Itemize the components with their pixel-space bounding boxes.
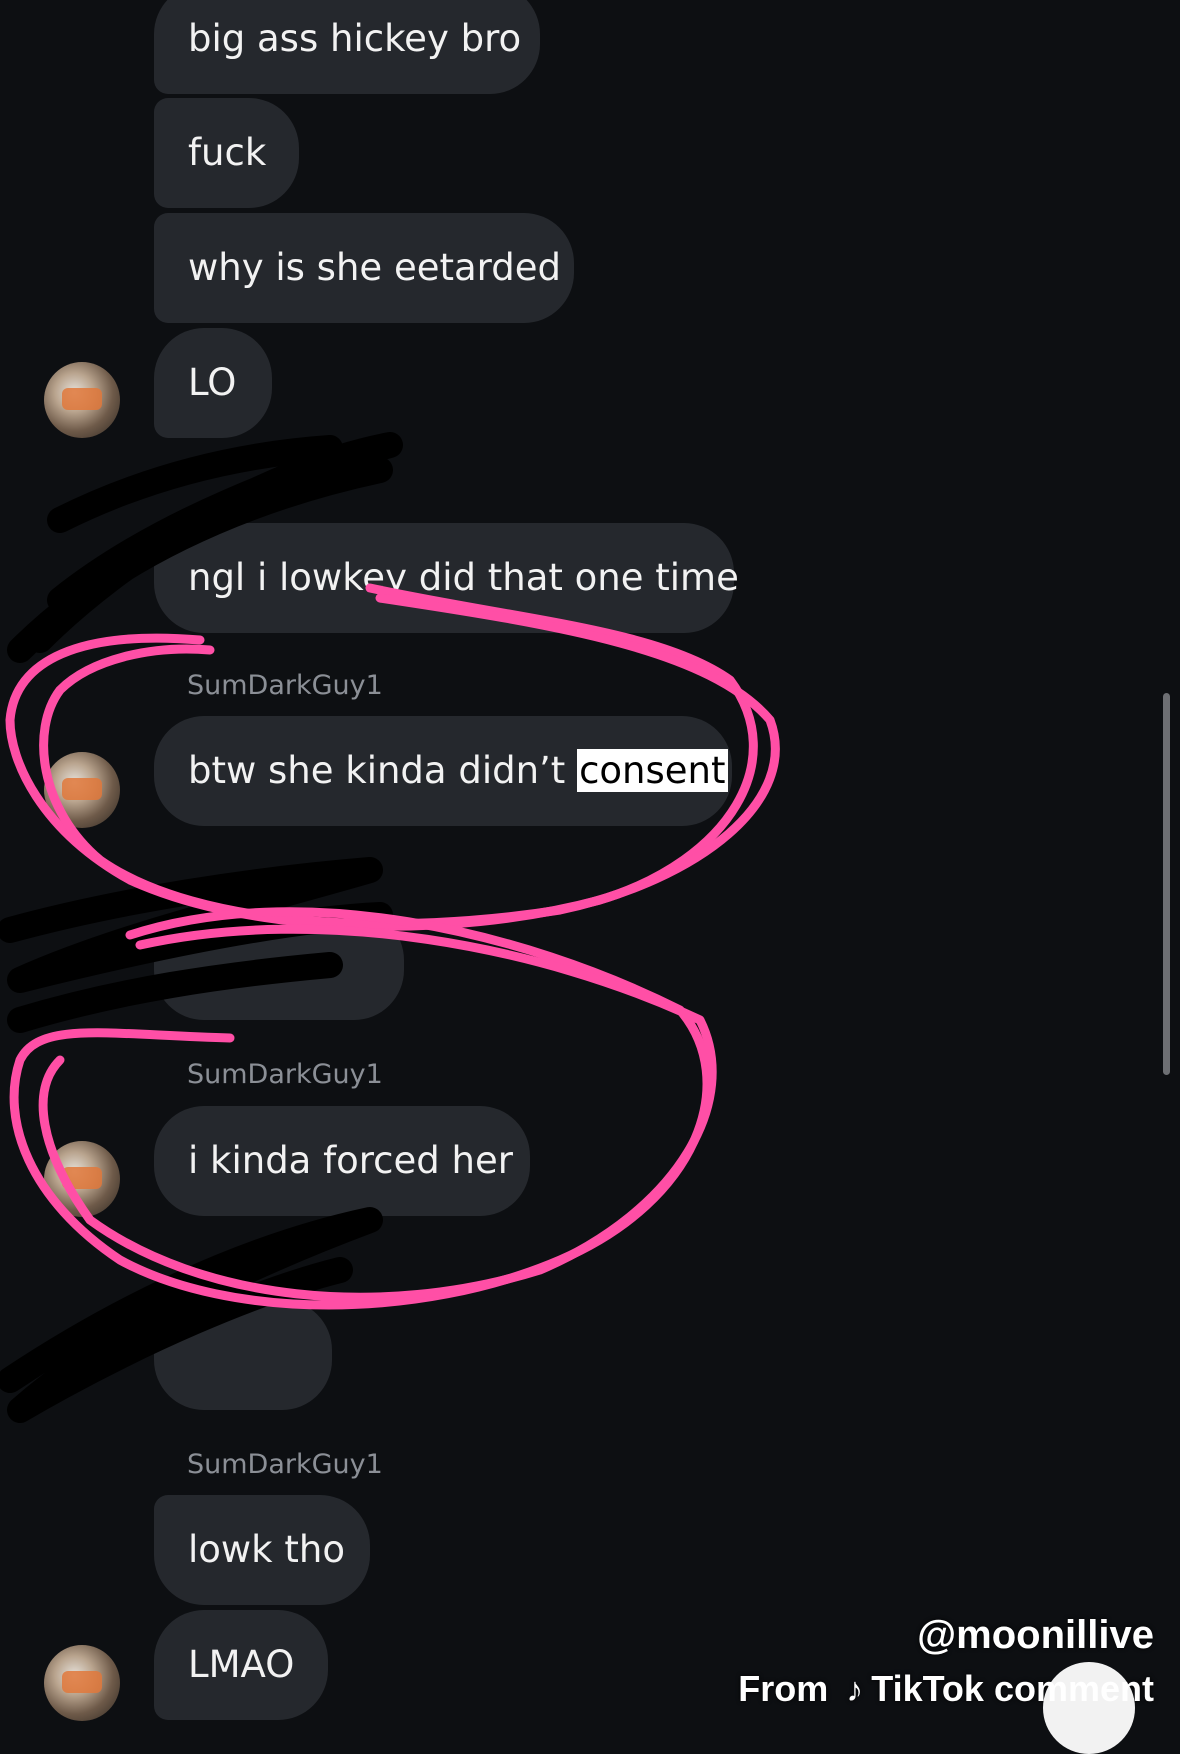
chat-thread: big ass hickey bro fuck why is she eetar…: [0, 0, 1180, 1730]
sender-name: SumDarkGuy1: [187, 1059, 383, 1090]
avatar[interactable]: [44, 362, 120, 438]
watermark-from-label: From: [738, 1668, 829, 1709]
message-bubble[interactable]: LMAO: [154, 1610, 328, 1720]
message-bubble[interactable]: btw she kinda didn’t consent: [154, 716, 732, 826]
watermark-platform: TikTok: [871, 1668, 984, 1709]
floating-action-button[interactable]: [1043, 1662, 1135, 1754]
message-text: big ass hickey bro: [188, 17, 522, 60]
message-text: ngl i lowkey did that one time: [188, 556, 739, 599]
message-bubble[interactable]: [154, 1300, 332, 1410]
avatar[interactable]: [44, 1645, 120, 1721]
message-bubble[interactable]: [154, 910, 404, 1020]
message-text: fuck: [188, 131, 267, 174]
message-text: lowk tho: [188, 1528, 345, 1571]
watermark-handle: @moonillive: [917, 1613, 1154, 1657]
message-bubble[interactable]: LO: [154, 328, 272, 438]
avatar[interactable]: [44, 752, 120, 828]
tiktok-logo-icon: ♪: [846, 1671, 864, 1709]
selected-text-highlight: consent: [577, 749, 728, 792]
message-bubble[interactable]: big ass hickey bro: [154, 0, 540, 94]
message-text: btw she kinda didn’t: [188, 749, 578, 792]
message-text: why is she eetarded: [188, 246, 561, 289]
avatar[interactable]: [44, 1141, 120, 1217]
scrollbar[interactable]: [1163, 693, 1170, 1075]
message-text: i kinda forced her: [188, 1139, 513, 1182]
message-bubble[interactable]: why is she eetarded: [154, 213, 574, 323]
message-bubble[interactable]: ngl i lowkey did that one time: [154, 523, 739, 633]
message-text: LO: [188, 361, 237, 404]
sender-name: SumDarkGuy1: [187, 1449, 383, 1480]
message-text: LMAO: [188, 1643, 295, 1686]
sender-name: SumDarkGuy1: [187, 670, 383, 701]
message-bubble[interactable]: fuck: [154, 98, 299, 208]
message-bubble[interactable]: i kinda forced her: [154, 1106, 530, 1216]
message-bubble[interactable]: lowk tho: [154, 1495, 370, 1605]
